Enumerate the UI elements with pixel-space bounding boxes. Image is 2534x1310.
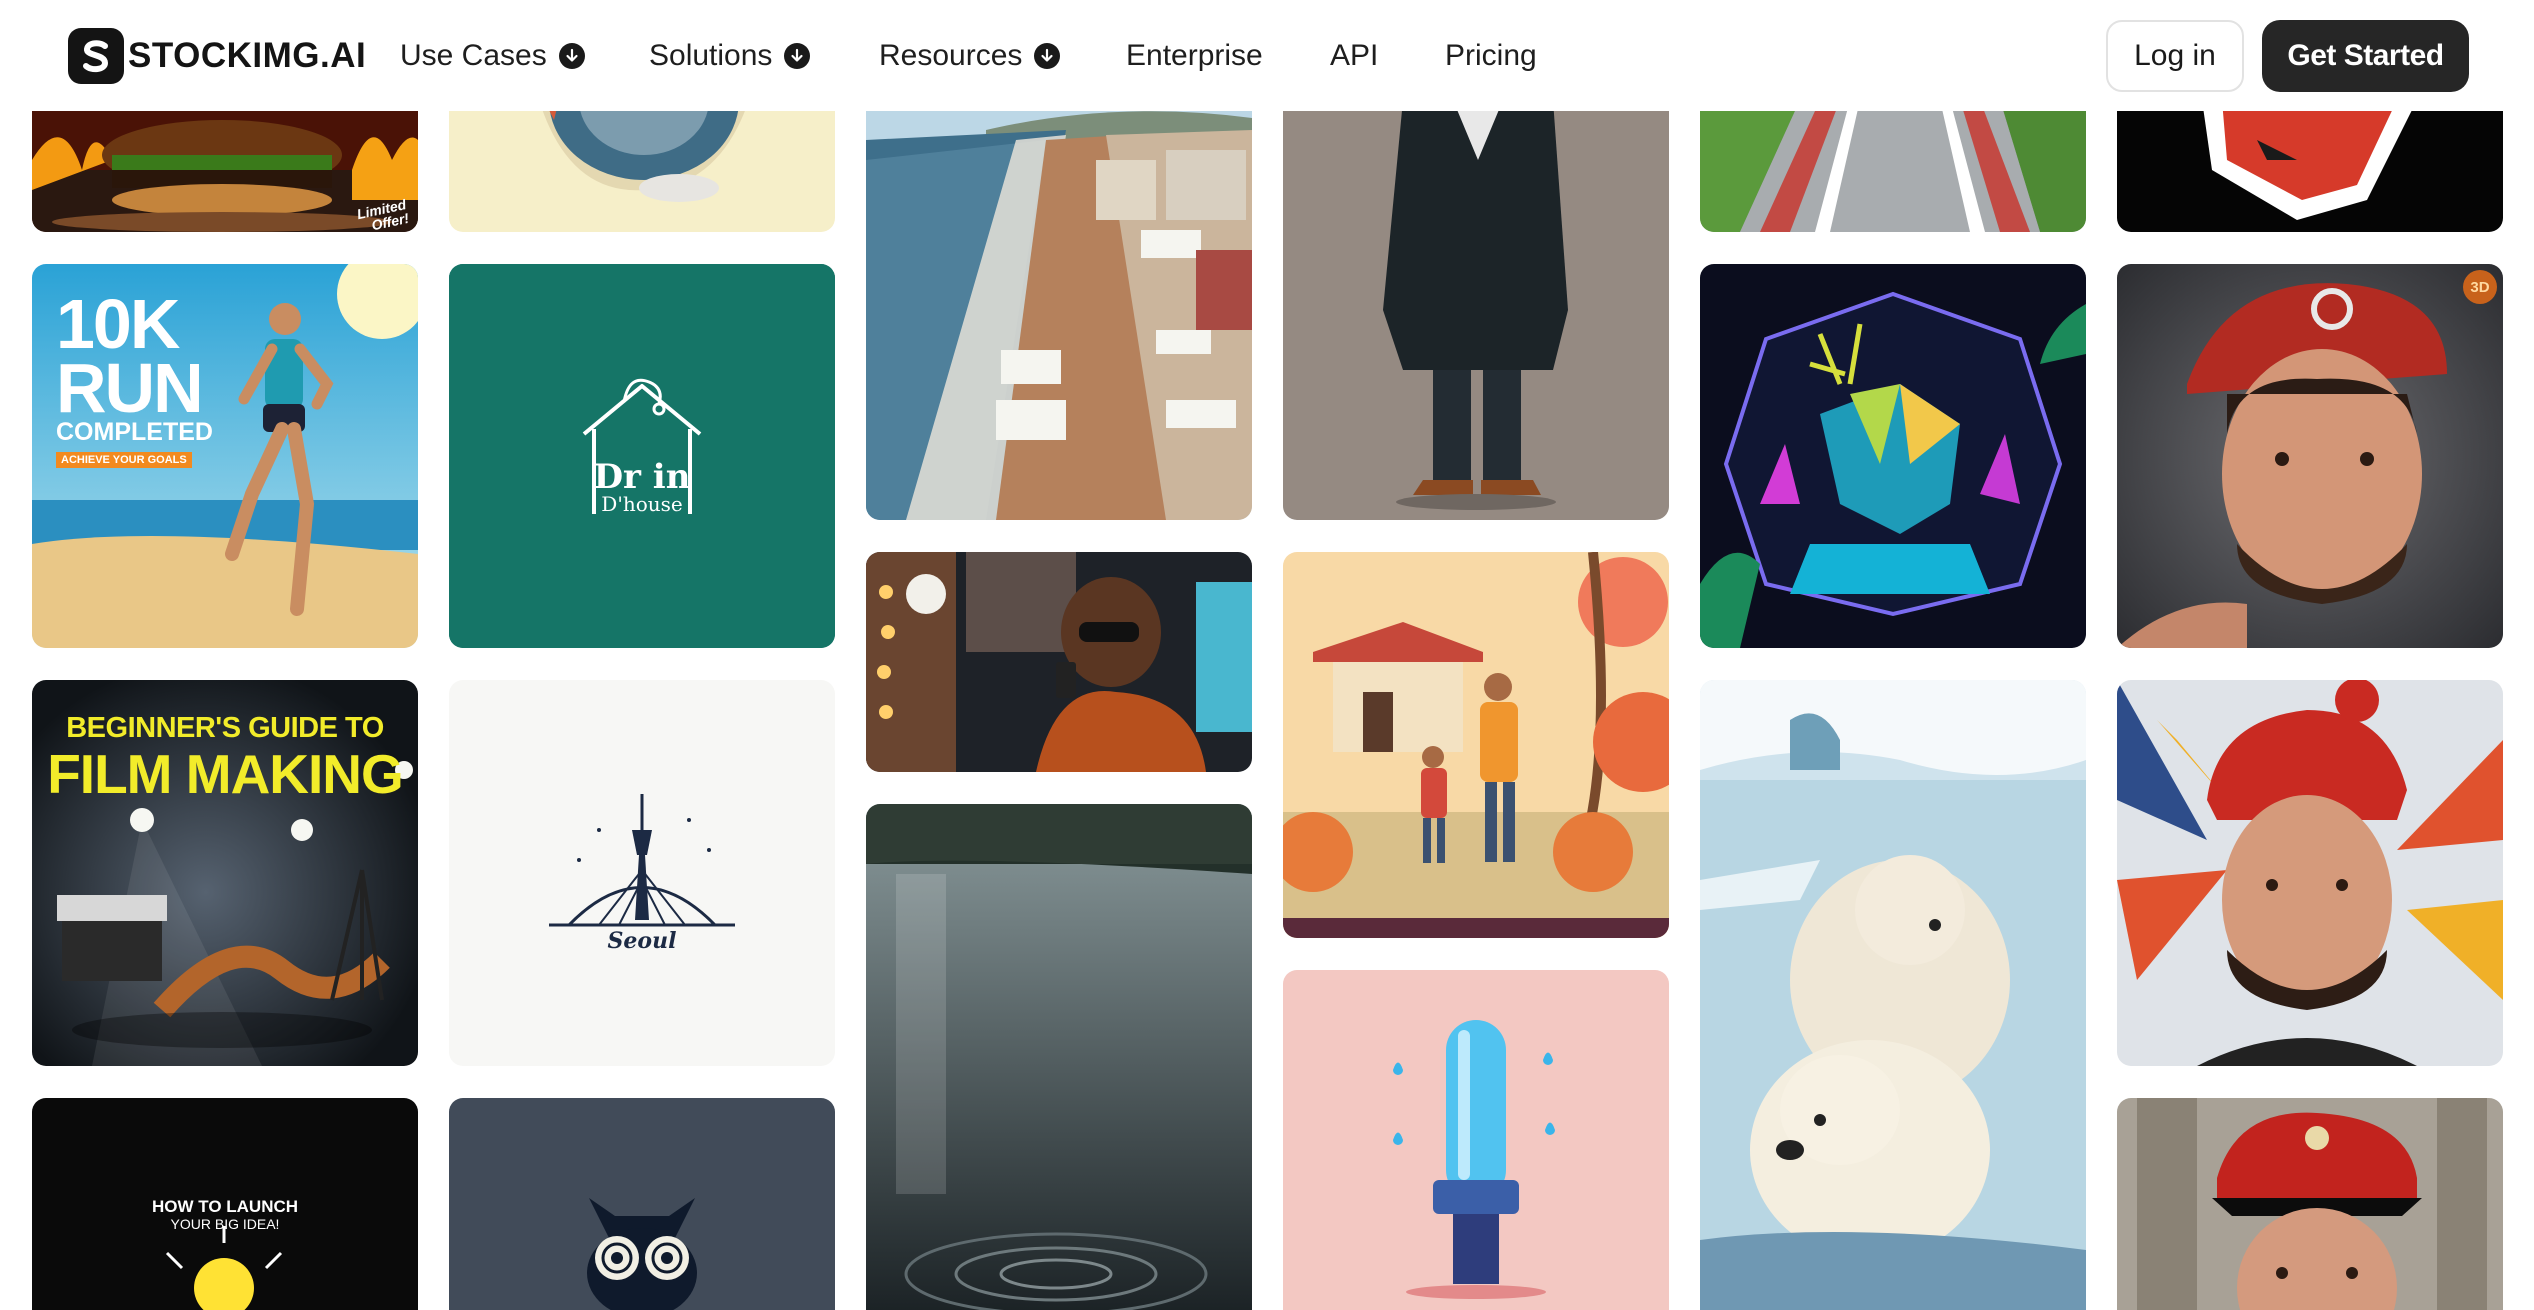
gallery-image-sticker[interactable] [2117,100,2503,232]
nav-solutions[interactable]: Solutions [649,34,811,78]
nav-api[interactable]: API [1330,34,1378,78]
launch-line1: HOW TO LAUNCH [151,1197,299,1216]
gallery-image-water-tube[interactable] [1283,970,1669,1310]
gallery-image-dr-in-dhouse[interactable]: Dr in D'house [449,264,835,648]
film-poster-text: BEGINNER'S GUIDE TO FILM MAKING [32,714,418,802]
gallery-image-polar-bears[interactable] [1700,680,2086,1310]
chevron-down-icon [1034,43,1061,69]
run-line1: 10K [56,285,180,363]
gallery-image-beach-promenade[interactable] [866,100,1252,520]
film-line2: FILM MAKING [47,743,404,805]
run-line2: RUN [56,349,204,428]
brand-name: STOCKIMG.AI [128,36,367,75]
nav-resources-label: Resources [879,39,1023,72]
chevron-down-icon [784,43,811,69]
gallery-image-burger[interactable]: Limited Offer! [32,100,418,232]
launch-poster-text: HOW TO LAUNCH YOUR BIG IDEA! [32,1197,418,1232]
gallery-image-cream-circle[interactable] [449,100,835,232]
gallery-image-owl-logo[interactable] [449,1098,835,1310]
gallery-image-man-with-phone[interactable] [866,552,1252,772]
gallery-image-film-making[interactable]: BEGINNER'S GUIDE TO FILM MAKING [32,680,418,1066]
nav-api-label: API [1330,39,1379,72]
gallery-image-man-in-coat[interactable] [1283,100,1669,520]
run-line4: ACHIEVE YOUR GOALS [56,451,192,468]
dr-logo-text: Dr in D'house [449,460,835,514]
nav-resources[interactable]: Resources [879,34,1061,78]
3d-badge: 3D [2463,270,2497,304]
nav-use-cases[interactable]: Use Cases [400,34,585,78]
dr-logo-line1: Dr in [593,457,691,497]
logo-s-icon [68,28,124,84]
film-line1: BEGINNER'S GUIDE TO [66,712,384,744]
gallery-image-10k-run[interactable]: 10K RUN COMPLETED ACHIEVE YOUR GOALS [32,264,418,648]
brand-logo[interactable]: STOCKIMG.AI [68,28,366,84]
launch-line2: YOUR BIG IDEA! [170,1215,280,1232]
gallery-image-abstract-portrait[interactable] [2117,680,2503,1066]
nav-pricing[interactable]: Pricing [1445,34,1537,78]
top-navbar: STOCKIMG.AI Use Cases Solutions Resource… [0,0,2534,111]
gallery-image-3d-portrait[interactable]: 3D [2117,264,2503,648]
run-poster-text: 10K RUN COMPLETED ACHIEVE YOUR GOALS [56,285,213,468]
gallery-image-officer-portrait[interactable] [2117,1098,2503,1310]
get-started-button[interactable]: Get Started [2262,20,2469,92]
gallery-image-bike-lane[interactable] [1700,100,2086,232]
gallery-image-launch-idea[interactable]: HOW TO LAUNCH YOUR BIG IDEA! [32,1098,418,1310]
gallery-image-water-ripples[interactable] [866,804,1252,1310]
nav-enterprise[interactable]: Enterprise [1126,34,1263,78]
nav-solutions-label: Solutions [649,39,773,72]
seoul-logo-label: Seoul [607,928,677,954]
run-line3: COMPLETED [56,417,213,446]
nav-enterprise-label: Enterprise [1126,39,1263,72]
nav-use-cases-label: Use Cases [400,39,547,72]
nav-pricing-label: Pricing [1445,39,1537,72]
gallery-image-family-walk[interactable] [1283,552,1669,938]
login-button[interactable]: Log in [2106,20,2244,92]
gallery-image-neon-deer[interactable] [1700,264,2086,648]
chevron-down-icon [558,43,585,69]
dr-logo-line2: D'house [601,492,683,516]
gallery-image-seoul-logo[interactable]: Seoul [449,680,835,1066]
